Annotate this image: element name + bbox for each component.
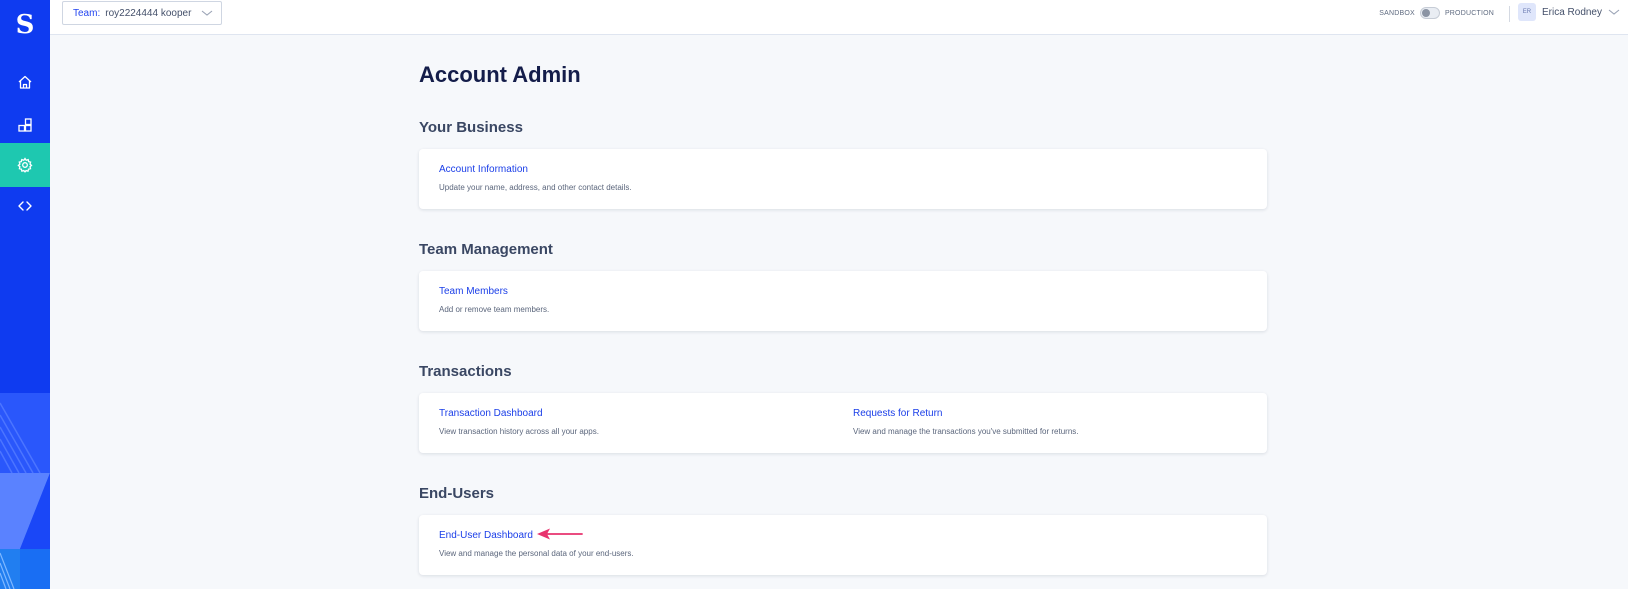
avatar: ER xyxy=(1517,3,1536,21)
user-menu[interactable]: ER Erica Rodney xyxy=(1517,3,1620,21)
section-card-end-users: End-User Dashboard View and manage the p… xyxy=(419,515,1267,575)
environment-switch[interactable] xyxy=(1419,7,1440,19)
env-production-label: PRODUCTION xyxy=(1444,9,1494,17)
home-icon xyxy=(18,75,32,89)
section-card-transactions: Transaction Dashboard View transaction h… xyxy=(419,393,1267,453)
section-title: Team Management xyxy=(419,241,553,258)
env-sandbox-label: SANDBOX xyxy=(1379,9,1415,17)
section-card-your-business: Account Information Update your name, ad… xyxy=(419,149,1267,209)
card-item-account-information[interactable]: Account Information Update your name, ad… xyxy=(419,149,1267,209)
toggle-knob xyxy=(1421,9,1430,17)
sidebar: S xyxy=(0,0,50,589)
card-item-end-user-dashboard[interactable]: End-User Dashboard View and manage the p… xyxy=(419,515,1267,575)
team-members-link[interactable]: Team Members xyxy=(439,286,508,297)
apps-icon xyxy=(18,118,32,132)
arrow-left-icon xyxy=(537,528,583,540)
top-bar: Team: roy2224444 kooper SANDBOX PRODUCTI… xyxy=(50,0,1628,35)
card-item-requests-for-return[interactable]: Requests for Return View and manage the … xyxy=(833,393,1267,453)
item-description: Update your name, address, and other con… xyxy=(439,183,632,192)
requests-for-return-link[interactable]: Requests for Return xyxy=(853,408,943,419)
team-value: roy2224444 kooper xyxy=(105,7,192,19)
card-item-team-members[interactable]: Team Members Add or remove team members. xyxy=(419,271,1267,331)
gear-icon xyxy=(17,157,33,173)
card-item-transaction-dashboard[interactable]: Transaction Dashboard View transaction h… xyxy=(419,393,833,453)
page-title: Account Admin xyxy=(419,62,581,87)
section-title: Transactions xyxy=(419,363,512,380)
team-selector[interactable]: Team: roy2224444 kooper xyxy=(62,1,222,25)
sidebar-decoration xyxy=(0,393,50,589)
item-description: Add or remove team members. xyxy=(439,305,550,314)
end-user-dashboard-link[interactable]: End-User Dashboard xyxy=(439,530,533,541)
environment-toggle: SANDBOX PRODUCTION xyxy=(1379,7,1494,19)
chevron-down-icon xyxy=(1608,9,1620,15)
section-card-team-management: Team Members Add or remove team members. xyxy=(419,271,1267,331)
sidebar-item-developer[interactable] xyxy=(0,184,50,228)
sidebar-item-apps[interactable] xyxy=(0,103,50,147)
user-name: Erica Rodney xyxy=(1541,6,1602,18)
logo[interactable]: S xyxy=(0,8,50,42)
topbar-divider xyxy=(1509,6,1510,22)
section-title: End-Users xyxy=(419,485,495,502)
transaction-dashboard-link[interactable]: Transaction Dashboard xyxy=(439,408,543,419)
sidebar-item-home[interactable] xyxy=(0,60,50,104)
item-description: View and manage the transactions you've … xyxy=(853,427,1079,436)
item-description: View transaction history across all your… xyxy=(439,427,599,436)
team-label: Team: xyxy=(73,7,101,19)
section-title: Your Business xyxy=(419,119,523,136)
sidebar-item-settings[interactable] xyxy=(0,143,50,187)
code-icon xyxy=(18,201,32,211)
account-information-link[interactable]: Account Information xyxy=(439,164,528,175)
chevron-down-icon xyxy=(201,10,213,16)
item-description: View and manage the personal data of you… xyxy=(439,549,634,558)
